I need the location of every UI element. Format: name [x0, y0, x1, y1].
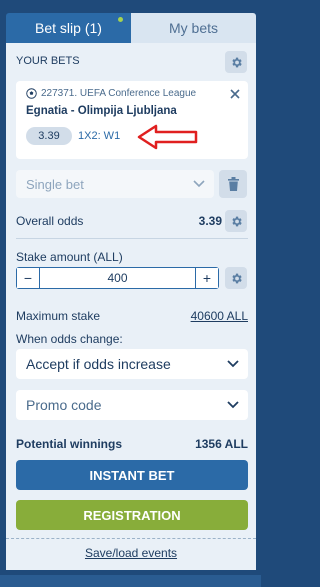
overall-odds-value: 3.39	[198, 214, 222, 228]
gear-icon	[231, 216, 242, 226]
odds-change-select[interactable]: Accept if odds increase	[16, 349, 248, 379]
odds-change-label: When odds change:	[16, 332, 123, 346]
potential-winnings-label: Potential winnings	[16, 437, 123, 451]
your-bets-settings-button[interactable]	[225, 51, 247, 73]
event-name: 227371. UEFA Conference League	[41, 88, 197, 99]
annotation-arrow-icon	[137, 124, 198, 150]
event-line: 227371. UEFA Conference League	[26, 88, 196, 99]
tab-my-bets-label: My bets	[168, 20, 218, 36]
bet-odds-chip: 3.39	[26, 127, 72, 145]
tab-bet-slip-label: Bet slip (1)	[35, 20, 102, 36]
soccer-ball-icon	[26, 88, 37, 99]
bet-outcome: 1X2: W1	[78, 130, 121, 142]
divider	[16, 238, 248, 239]
bottom-bar	[0, 575, 261, 587]
match-name: Egnatia - Olimpija Ljubljana	[26, 105, 177, 117]
maximum-stake-link[interactable]: 40600 ALL	[191, 309, 248, 323]
gear-icon	[231, 273, 242, 283]
your-bets-header: YOUR BETS	[16, 55, 80, 67]
stake-increase-button[interactable]: +	[196, 268, 218, 288]
odds-change-value: Accept if odds increase	[26, 356, 171, 372]
bet-slip-panel: YOUR BETS 227371. UEFA Conference League…	[6, 43, 256, 570]
dashed-divider	[6, 538, 256, 539]
overall-odds-label: Overall odds	[16, 214, 84, 228]
stake-input[interactable]: 400	[39, 268, 196, 288]
potential-winnings-value: 1356 ALL	[195, 437, 248, 451]
odds-settings-button[interactable]	[225, 210, 247, 232]
save-load-events-link[interactable]: Save/load events	[6, 546, 256, 560]
promo-code-placeholder: Promo code	[26, 397, 102, 413]
chevron-down-icon	[227, 360, 239, 368]
remove-bet-button[interactable]	[230, 86, 240, 102]
registration-button[interactable]: REGISTRATION	[16, 500, 248, 530]
chevron-down-icon	[227, 401, 239, 409]
maximum-stake-label: Maximum stake	[16, 309, 101, 323]
chevron-down-icon	[193, 180, 205, 188]
tab-my-bets[interactable]: My bets	[131, 13, 256, 43]
tab-bet-slip[interactable]: Bet slip (1)	[6, 13, 131, 43]
bet-type-select[interactable]: Single bet	[16, 170, 214, 198]
stake-label: Stake amount (ALL)	[16, 250, 123, 264]
promo-code-select[interactable]: Promo code	[16, 390, 248, 420]
stake-decrease-button[interactable]: −	[17, 268, 39, 288]
notification-dot	[118, 17, 123, 22]
bet-slip-widget: Bet slip (1) My bets YOUR BETS 227371. U…	[0, 0, 261, 587]
trash-icon	[227, 176, 239, 191]
clear-bets-button[interactable]	[219, 170, 247, 198]
stake-stepper: − 400 +	[16, 267, 219, 289]
gear-icon	[231, 57, 242, 67]
bet-slip-tabs: Bet slip (1) My bets	[6, 13, 256, 43]
bet-type-value: Single bet	[26, 176, 84, 192]
stake-settings-button[interactable]	[225, 267, 247, 289]
instant-bet-button[interactable]: INSTANT BET	[16, 460, 248, 490]
bet-card: 227371. UEFA Conference League Egnatia -…	[16, 81, 248, 159]
close-icon	[230, 89, 240, 99]
